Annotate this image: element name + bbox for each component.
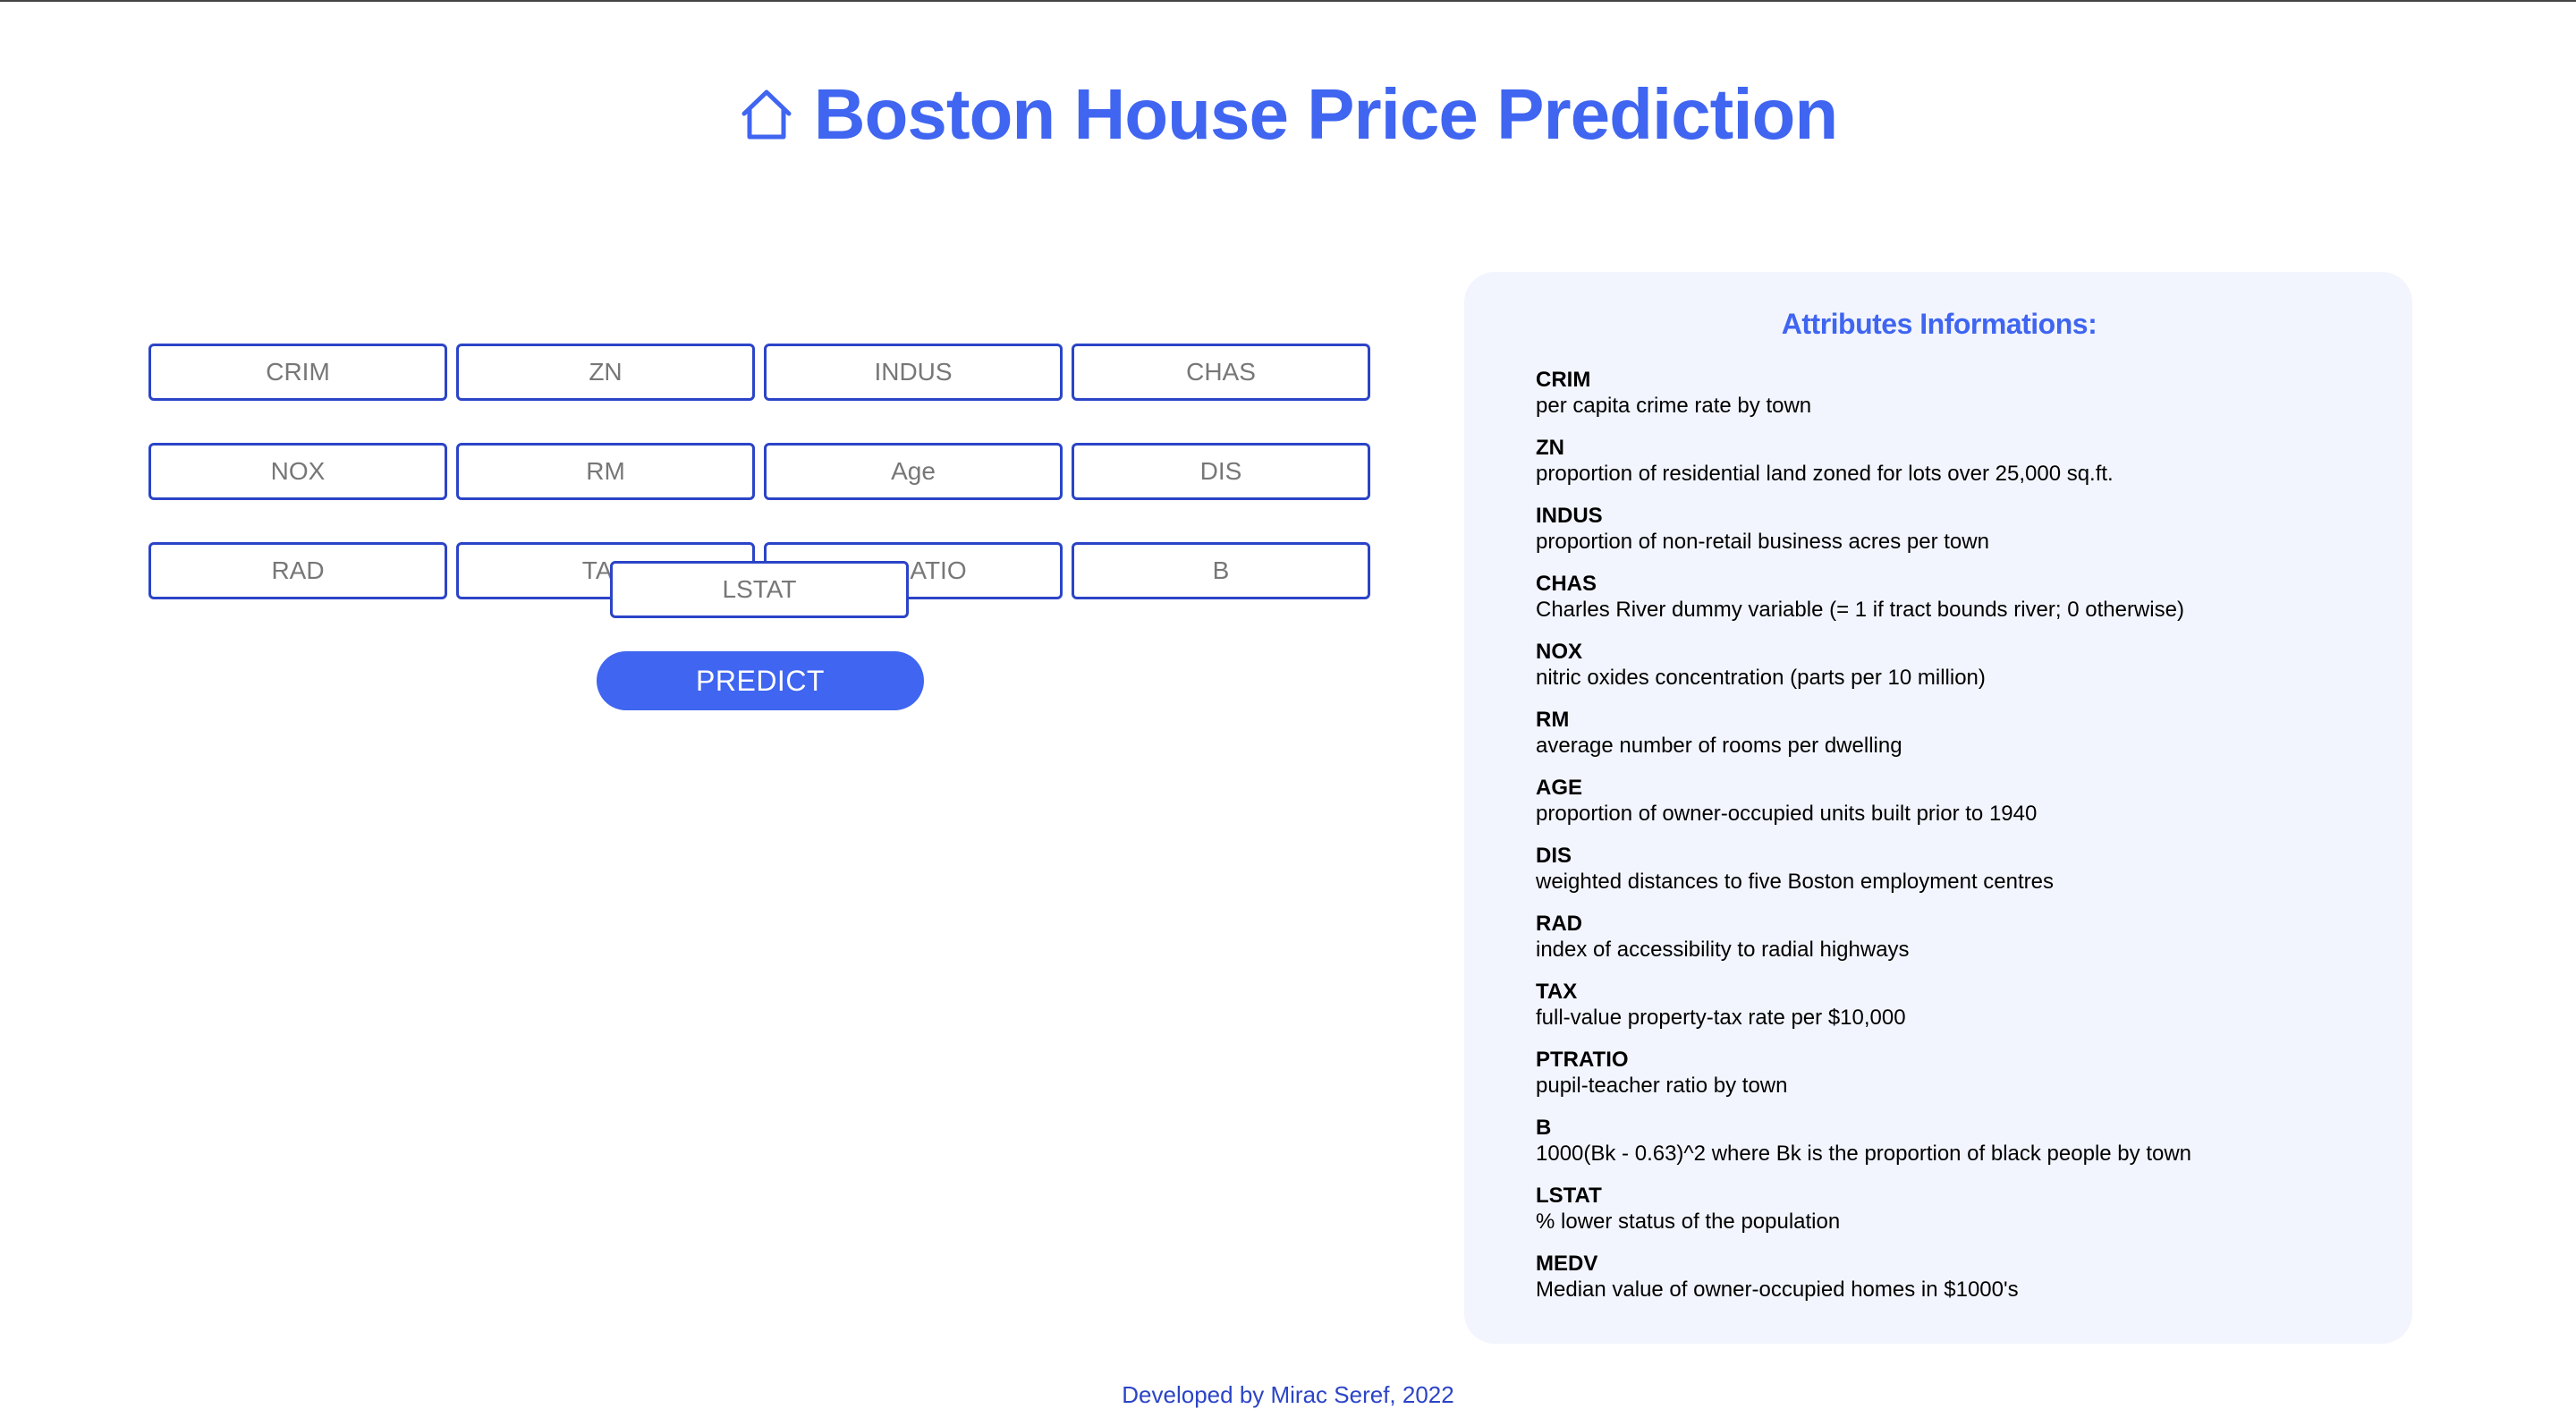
- attribute-name: INDUS: [1536, 504, 1603, 528]
- attribute-name: CRIM: [1536, 368, 1591, 392]
- dis-input[interactable]: [1072, 443, 1370, 500]
- attribute-name: MEDV: [1536, 1252, 1598, 1276]
- attribute-item: RAD index of accessibility to radial hig…: [1536, 912, 2343, 963]
- attribute-item: CRIM per capita crime rate by town: [1536, 368, 2343, 420]
- footer-credit: Developed by Mirac Seref, 2022: [1122, 1381, 1454, 1408]
- b-input[interactable]: [1072, 542, 1370, 599]
- attribute-description: per capita crime rate by town: [1536, 394, 1812, 418]
- attribute-description: Median value of owner-occupied homes in …: [1536, 1277, 2019, 1302]
- attribute-item: AGE proportion of owner-occupied units b…: [1536, 776, 2343, 828]
- attribute-name: RM: [1536, 708, 1570, 732]
- attribute-item: CHAS Charles River dummy variable (= 1 i…: [1536, 572, 2343, 624]
- attribute-item: MEDV Median value of owner-occupied home…: [1536, 1252, 2343, 1303]
- attribute-description: full-value property-tax rate per $10,000: [1536, 1006, 1906, 1030]
- attribute-name: PTRATIO: [1536, 1048, 1629, 1072]
- attribute-description: 1000(Bk - 0.63)^2 where Bk is the propor…: [1536, 1142, 2192, 1166]
- attribute-description: nitric oxides concentration (parts per 1…: [1536, 666, 1986, 690]
- attribute-name: LSTAT: [1536, 1184, 1602, 1208]
- chas-input[interactable]: [1072, 344, 1370, 401]
- crim-input[interactable]: [148, 344, 447, 401]
- age-input[interactable]: [764, 443, 1063, 500]
- attribute-item: RM average number of rooms per dwelling: [1536, 708, 2343, 760]
- attribute-name: DIS: [1536, 844, 1572, 868]
- attribute-description: index of accessibility to radial highway…: [1536, 938, 1910, 962]
- attribute-name: RAD: [1536, 912, 1582, 936]
- prediction-form: PREDICT: [148, 344, 1372, 710]
- attribute-description: proportion of owner-occupied units built…: [1536, 802, 2038, 826]
- attribute-item: ZN proportion of residential land zoned …: [1536, 436, 2343, 488]
- nox-input[interactable]: [148, 443, 447, 500]
- page: Boston House Price Prediction PREDICT At…: [0, 0, 2576, 1426]
- lstat-input[interactable]: [610, 561, 909, 618]
- home-icon: [739, 87, 794, 142]
- attribute-description: proportion of non-retail business acres …: [1536, 530, 1989, 554]
- attribute-name: AGE: [1536, 776, 1583, 800]
- zn-input[interactable]: [456, 344, 755, 401]
- attribute-description: weighted distances to five Boston employ…: [1536, 870, 2054, 894]
- attribute-name: ZN: [1536, 436, 1564, 460]
- attribute-description: % lower status of the population: [1536, 1210, 1841, 1234]
- attribute-item: B 1000(Bk - 0.63)^2 where Bk is the prop…: [1536, 1116, 2343, 1167]
- attribute-item: DIS weighted distances to five Boston em…: [1536, 844, 2343, 895]
- attribute-name: CHAS: [1536, 572, 1597, 596]
- attribute-item: TAX full-value property-tax rate per $10…: [1536, 980, 2343, 1031]
- attribute-name: B: [1536, 1116, 1552, 1140]
- lstat-row: [610, 561, 909, 618]
- predict-button[interactable]: PREDICT: [597, 651, 924, 710]
- header: Boston House Price Prediction: [0, 79, 2576, 150]
- attributes-info-title: Attributes Informations:: [1781, 308, 2097, 340]
- page-title: Boston House Price Prediction: [813, 74, 1839, 154]
- attribute-item: NOX nitric oxides concentration (parts p…: [1536, 640, 2343, 692]
- rm-input[interactable]: [456, 443, 755, 500]
- attribute-item: LSTAT % lower status of the population: [1536, 1184, 2343, 1235]
- attribute-description: Charles River dummy variable (= 1 if tra…: [1536, 598, 2184, 622]
- attribute-description: pupil-teacher ratio by town: [1536, 1074, 1788, 1098]
- attributes-info-panel: Attributes Informations: CRIM per capita…: [1464, 272, 2412, 1344]
- attribute-name: NOX: [1536, 640, 1583, 664]
- attribute-item: INDUS proportion of non-retail business …: [1536, 504, 2343, 556]
- attribute-name: TAX: [1536, 980, 1578, 1004]
- rad-input[interactable]: [148, 542, 447, 599]
- attribute-description: average number of rooms per dwelling: [1536, 734, 1902, 758]
- attribute-item: PTRATIO pupil-teacher ratio by town: [1536, 1048, 2343, 1099]
- attribute-description: proportion of residential land zoned for…: [1536, 462, 2114, 486]
- indus-input[interactable]: [764, 344, 1063, 401]
